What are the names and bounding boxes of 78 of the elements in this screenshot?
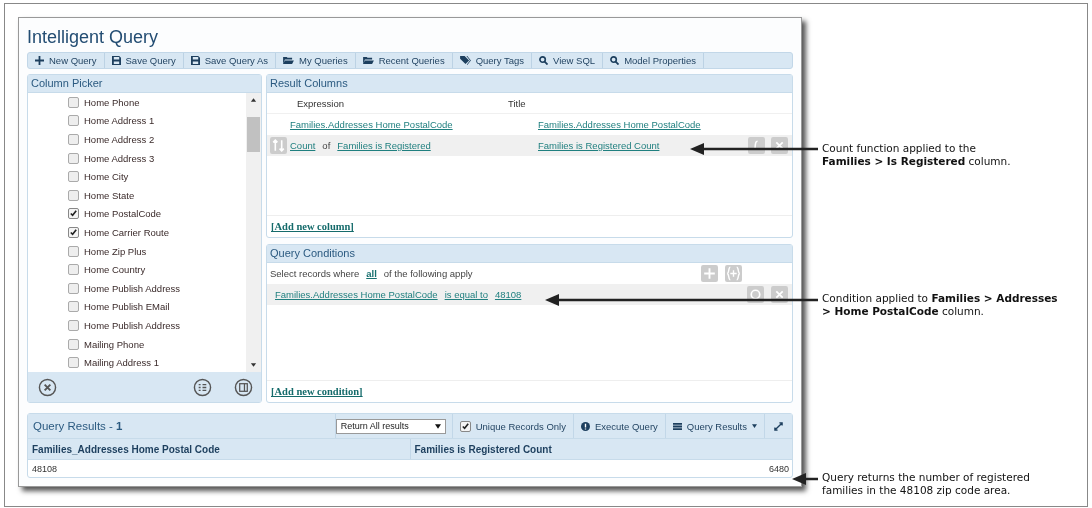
callout-text: Condition applied to Families > Addresses > Home PostalCode column. — [822, 292, 1059, 318]
stack-icon — [672, 421, 682, 431]
connector-text: of — [322, 140, 331, 152]
column-option[interactable]: Home Publish Address — [68, 316, 246, 335]
add-column-link[interactable]: [Add new column] — [271, 221, 354, 233]
query-results-menu-button[interactable]: Query Results — [665, 414, 765, 438]
scrollbar[interactable] — [246, 93, 261, 372]
toolbar-button[interactable]: My Queries — [276, 53, 356, 69]
scroll-down-icon[interactable] — [250, 362, 257, 368]
column-option[interactable]: Home Address 1 — [68, 111, 246, 131]
column-option[interactable]: Home Phone — [68, 93, 246, 112]
panel-header: Result Columns — [267, 75, 792, 94]
operator-link[interactable]: is equal to — [444, 289, 488, 301]
expression-link[interactable]: Families is Registered — [337, 140, 431, 152]
condition-suffix-text: of the following apply — [383, 268, 473, 280]
toolbar-button[interactable]: Query Tags — [452, 53, 533, 69]
search-icon — [539, 56, 549, 66]
scroll-thumb[interactable] — [247, 117, 260, 153]
function-link[interactable]: Count — [290, 140, 316, 152]
column-option[interactable]: Home City — [68, 167, 246, 187]
caret-icon — [752, 424, 757, 428]
window-title: Intelligent Query — [27, 26, 160, 49]
column-header: Families is Registered Count — [409, 439, 792, 459]
add-condition-link[interactable]: [Add new condition] — [271, 386, 363, 397]
clear-circle-icon[interactable] — [38, 377, 57, 397]
checkmark-icon — [460, 421, 470, 431]
column-header: Families_Addresses Home Postal Code — [31, 442, 221, 457]
column-option[interactable]: Home Address 3 — [68, 148, 246, 168]
layout-circle-icon[interactable] — [234, 377, 253, 397]
panel-header: Column Picker — [28, 75, 261, 94]
panel-header: Query Conditions — [267, 245, 792, 264]
result-row[interactable]: Families.Addresses Home PostalCode Families.Addresses Home PostalCode — [267, 114, 792, 136]
quantifier-link[interactable]: all — [366, 268, 377, 280]
column-option[interactable]: Home State — [68, 186, 246, 205]
column-option[interactable]: Home Country — [68, 260, 246, 280]
search-icon — [610, 56, 620, 66]
folder-icon — [362, 56, 374, 66]
caret-icon — [434, 423, 441, 429]
callout-arrow — [792, 473, 818, 485]
table-cell-text: 48108 — [32, 463, 59, 474]
column-header: Expression — [296, 97, 345, 109]
column-option[interactable]: Home Carrier Route — [68, 223, 246, 242]
expression-link[interactable]: Families.Addresses Home PostalCode — [290, 119, 453, 131]
return-mode-dropdown[interactable]: Return All results — [335, 418, 446, 434]
title-link[interactable]: Families is Registered Count — [538, 140, 660, 152]
scroll-up-icon[interactable] — [250, 97, 257, 104]
column-header: Title — [508, 97, 526, 109]
callout-text: Count function applied to the Families > Is Registered column. — [822, 142, 1012, 168]
column-option[interactable]: Home Zip Plus — [68, 241, 246, 261]
toolbar-button[interactable]: Model Properties — [603, 53, 704, 69]
title-link[interactable]: Families.Addresses Home PostalCode — [538, 119, 701, 131]
unique-records-checkbox[interactable]: Unique Records Only — [452, 414, 574, 438]
field-link[interactable]: Families.Addresses Home PostalCode — [275, 289, 438, 301]
column-option[interactable]: Home PostalCode — [68, 204, 246, 224]
tags-icon — [459, 56, 471, 66]
toolbar-button[interactable]: View SQL — [532, 53, 604, 69]
column-option[interactable]: Home Publish EMail — [68, 297, 246, 317]
toolbar-button[interactable]: Recent Queries — [355, 53, 453, 69]
list-circle-icon[interactable] — [193, 377, 212, 397]
execute-query-button[interactable]: Execute Query — [573, 414, 666, 438]
column-option[interactable]: Home Address 2 — [68, 130, 246, 149]
plus-icon — [35, 56, 44, 66]
condition-prefix-text: Select records where — [270, 268, 360, 280]
highlighted-row[interactable]: Count of Families is Registered Families is Registered Count — [267, 135, 792, 157]
results-title: Query Results - 1 — [32, 420, 123, 432]
toolbar-button[interactable]: New Query — [28, 53, 105, 69]
column-option[interactable]: Mailing Phone — [68, 334, 246, 354]
expand-arrows-icon — [774, 421, 783, 431]
value-link[interactable]: 48108 — [494, 289, 522, 301]
column-option[interactable]: Home Publish Address — [68, 279, 246, 298]
callout-text: Query returns the number of registered families in the 48108 zip code area. — [822, 471, 1031, 497]
toolbar-button[interactable]: Save Query As — [183, 53, 277, 69]
table-cell-text: 6480 — [767, 463, 789, 474]
exclamation-circle-icon — [580, 421, 590, 431]
toolbar-button[interactable]: Save Query — [104, 53, 184, 69]
condition-row[interactable]: Families.Addresses Home PostalCode is equal to 48108 — [267, 284, 792, 306]
column-option[interactable]: Mailing Address 1 — [68, 353, 246, 372]
folder-icon — [283, 56, 295, 66]
